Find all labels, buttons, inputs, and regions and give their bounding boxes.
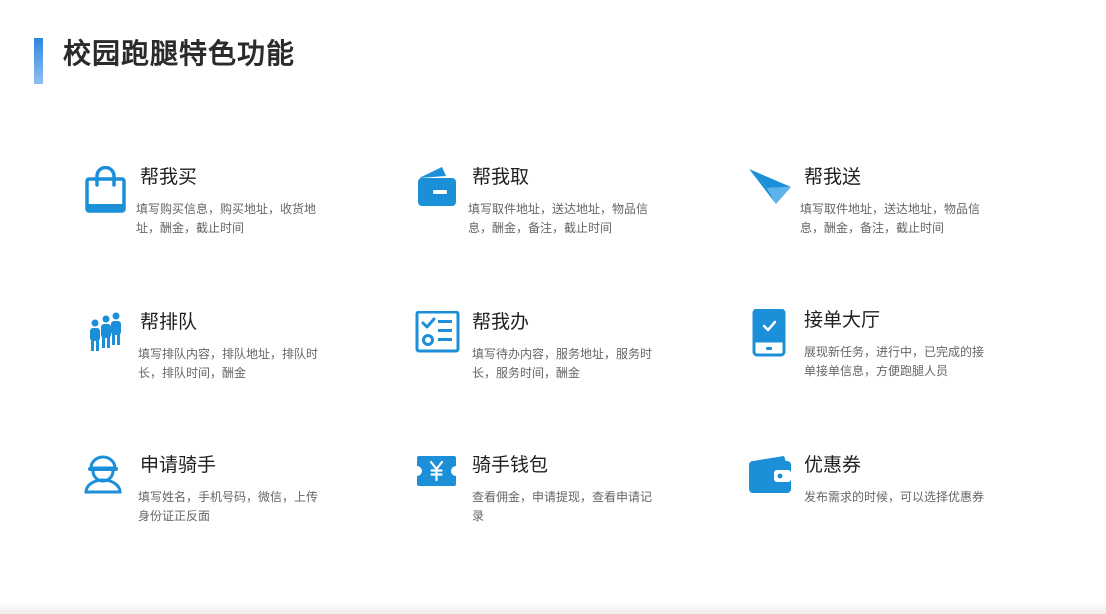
feature-name: 优惠券 <box>804 454 862 476</box>
title-accent-bar <box>34 38 43 84</box>
feature-description: 查看佣金，申请提现，查看申请记录 <box>472 490 653 523</box>
feature-description: 填写取件地址，送达地址，物品信息，酬金，备注，截止时间 <box>468 202 649 235</box>
feature-bang-wo-mai[interactable]: 帮我买 填写购买信息，购买地址，收货地址，酬金，截止时间 <box>84 164 324 284</box>
coupon-wallet-icon <box>748 454 796 502</box>
bottom-shadow <box>0 602 1106 614</box>
feature-description: 发布需求的时候，可以选择优惠券 <box>804 490 985 504</box>
queue-people-icon <box>86 311 134 359</box>
wallet-card-icon <box>416 166 464 214</box>
rider-user-icon <box>84 454 132 502</box>
feature-description: 展现新任务，进行中，已完成的接单接单信息，方便跑腿人员 <box>804 345 985 378</box>
feature-qi-shou-qian-bao[interactable]: 骑手钱包 查看佣金，申请提现，查看申请记录 <box>416 452 656 572</box>
feature-jie-dan-da-ting[interactable]: 接单大厅 展现新任务，进行中，已完成的接单接单信息，方便跑腿人员 <box>752 307 992 427</box>
feature-description: 填写待办内容，服务地址，服务时长，服务时间，酬金 <box>472 347 653 380</box>
feature-name: 骑手钱包 <box>472 454 549 476</box>
feature-description: 填写排队内容，排队地址，排队时长，排队时间，酬金 <box>138 347 319 380</box>
feature-description: 填写购买信息，购买地址，收货地址，酬金，截止时间 <box>136 202 317 235</box>
feature-bang-wo-song[interactable]: 帮我送 填写取件地址，送达地址，物品信息，酬金，备注，截止时间 <box>748 164 988 284</box>
yuan-ticket-icon <box>416 454 464 502</box>
shopping-bag-icon <box>84 166 132 214</box>
feature-bang-wo-qu[interactable]: 帮我取 填写取件地址，送达地址，物品信息，酬金，备注，截止时间 <box>416 164 656 284</box>
feature-name: 帮我办 <box>472 311 530 333</box>
paper-plane-icon <box>748 166 796 214</box>
checklist-icon <box>415 311 463 359</box>
feature-name: 申请骑手 <box>140 454 217 476</box>
feature-name: 帮我送 <box>804 166 862 188</box>
feature-description: 填写姓名，手机号码，微信，上传身份证正反面 <box>138 490 319 523</box>
feature-description: 填写取件地址，送达地址，物品信息，酬金，备注，截止时间 <box>800 202 981 235</box>
feature-shen-qing-qi-shou[interactable]: 申请骑手 填写姓名，手机号码，微信，上传身份证正反面 <box>84 452 324 572</box>
feature-name: 帮我买 <box>140 166 198 188</box>
feature-you-hui-quan[interactable]: 优惠券 发布需求的时候，可以选择优惠券 <box>748 452 988 572</box>
feature-name: 帮排队 <box>140 311 198 333</box>
feature-name: 帮我取 <box>472 166 530 188</box>
feature-bang-pai-dui[interactable]: 帮排队 填写排队内容，排队地址，排队时长，排队时间，酬金 <box>86 309 326 429</box>
feature-bang-wo-ban[interactable]: 帮我办 填写待办内容，服务地址，服务时长，服务时间，酬金 <box>415 309 655 429</box>
feature-name: 接单大厅 <box>804 309 881 331</box>
phone-check-icon <box>752 309 800 357</box>
page-title: 校园跑腿特色功能 <box>63 37 296 70</box>
